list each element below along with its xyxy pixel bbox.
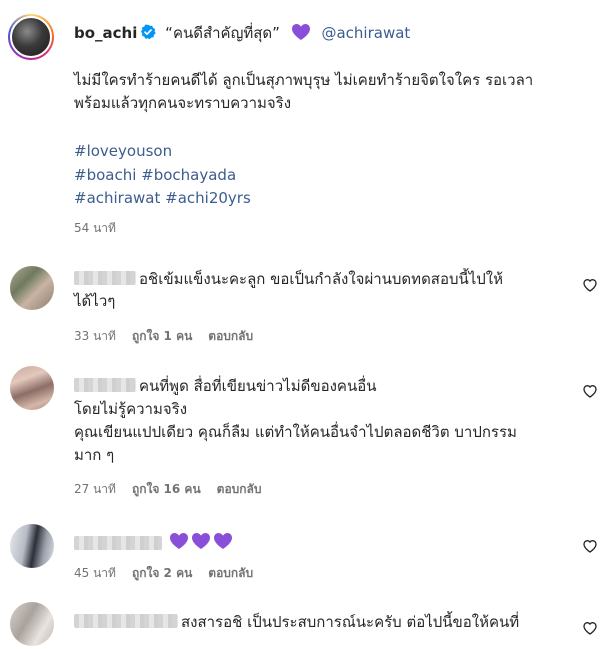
caption-line: พร้อมแล้วทุกคนจะทราบความจริง bbox=[74, 94, 292, 112]
commenter-avatar[interactable] bbox=[10, 366, 54, 410]
purple-heart-icon bbox=[169, 532, 189, 556]
post-timestamp: 54 นาที bbox=[74, 221, 116, 235]
post-hashtags: #loveyouson #boachi #bochayada #achirawa… bbox=[74, 140, 251, 211]
comment-line: ได้ไวๆ bbox=[74, 292, 116, 310]
commenter-username-blurred[interactable] bbox=[74, 378, 136, 392]
comment-text: อชิเข้มแข็งนะคะลูก ขอเป็นกำลังใจผ่านบดทด… bbox=[74, 268, 564, 312]
commenter-username-blurred[interactable] bbox=[74, 614, 178, 628]
comment-line: มาก ๆ bbox=[74, 446, 115, 464]
purple-heart-icon bbox=[291, 23, 311, 47]
comment-text bbox=[74, 530, 564, 556]
purple-heart-icon bbox=[213, 532, 233, 556]
like-heart-icon[interactable] bbox=[582, 620, 598, 636]
commenter-avatar[interactable] bbox=[10, 602, 54, 646]
commenter-avatar[interactable] bbox=[10, 524, 54, 568]
comment-line: สงสารอชิ เป็นประสบการณ์นะครับ ต่อไปนี้ขอ… bbox=[181, 613, 520, 631]
post-caption: ไม่มีใครทำร้ายคนดีได้ ลูกเป็นสุภาพบุรุษ … bbox=[74, 69, 594, 115]
commenter-username-blurred[interactable] bbox=[74, 271, 136, 285]
comment-timestamp: 45 นาที bbox=[74, 566, 116, 580]
comment-text: คนที่พูด สื่อที่เขียนข่าวไม่ดีของคนอื่น … bbox=[74, 375, 564, 467]
post-mention-link[interactable]: @achirawat bbox=[321, 24, 410, 42]
hashtag-link[interactable]: #boachi #bochayada bbox=[74, 164, 251, 188]
commenter-username-blurred[interactable] bbox=[74, 536, 162, 550]
comment-line: คุณเขียนแปปเดียว คุณก็ลืม แต่ทำให้คนอื่น… bbox=[74, 423, 517, 441]
caption-line: ไม่มีใครทำร้ายคนดีได้ ลูกเป็นสุภาพบุรุษ … bbox=[74, 71, 534, 89]
comment-line: อชิเข้มแข็งนะคะลูก ขอเป็นกำลังใจผ่านบดทด… bbox=[139, 270, 504, 288]
comment-meta: 33 นาที ถูกใจ 1 คน ตอบกลับ bbox=[74, 327, 269, 346]
comment-likes-count[interactable]: ถูกใจ 2 คน bbox=[132, 566, 192, 580]
post-title: “คนดีสำคัญที่สุด” bbox=[165, 24, 280, 42]
like-heart-icon[interactable] bbox=[582, 538, 598, 554]
comment-timestamp: 27 นาที bbox=[74, 482, 116, 496]
commenter-avatar[interactable] bbox=[10, 266, 54, 310]
comment-line: คนที่พูด สื่อที่เขียนข่าวไม่ดีของคนอื่น bbox=[139, 377, 377, 395]
post-author-avatar[interactable] bbox=[8, 14, 54, 60]
comment-meta: 27 นาที ถูกใจ 16 คน ตอบกลับ bbox=[74, 480, 278, 499]
post-username[interactable]: bo_achi bbox=[74, 24, 137, 42]
comment-meta: 45 นาที ถูกใจ 2 คน ตอบกลับ bbox=[74, 564, 269, 583]
purple-heart-icon bbox=[191, 532, 211, 556]
comment-timestamp: 33 นาที bbox=[74, 329, 116, 343]
comment-line: โดยไม่รู้ความจริง bbox=[74, 400, 188, 418]
reply-button[interactable]: ตอบกลับ bbox=[208, 329, 253, 343]
post-header: bo_achi “คนดีสำคัญที่สุด” @achirawat bbox=[74, 22, 410, 47]
comment-text: สงสารอชิ เป็นประสบการณ์นะครับ ต่อไปนี้ขอ… bbox=[74, 611, 564, 633]
like-heart-icon[interactable] bbox=[582, 277, 598, 293]
like-heart-icon[interactable] bbox=[582, 383, 598, 399]
verified-badge-icon bbox=[140, 24, 157, 46]
reply-button[interactable]: ตอบกลับ bbox=[217, 482, 262, 496]
hashtag-link[interactable]: #achirawat #achi20yrs bbox=[74, 187, 251, 211]
comment-likes-count[interactable]: ถูกใจ 1 คน bbox=[132, 329, 192, 343]
hashtag-link[interactable]: #loveyouson bbox=[74, 140, 251, 164]
reply-button[interactable]: ตอบกลับ bbox=[208, 566, 253, 580]
comment-likes-count[interactable]: ถูกใจ 16 คน bbox=[132, 482, 201, 496]
